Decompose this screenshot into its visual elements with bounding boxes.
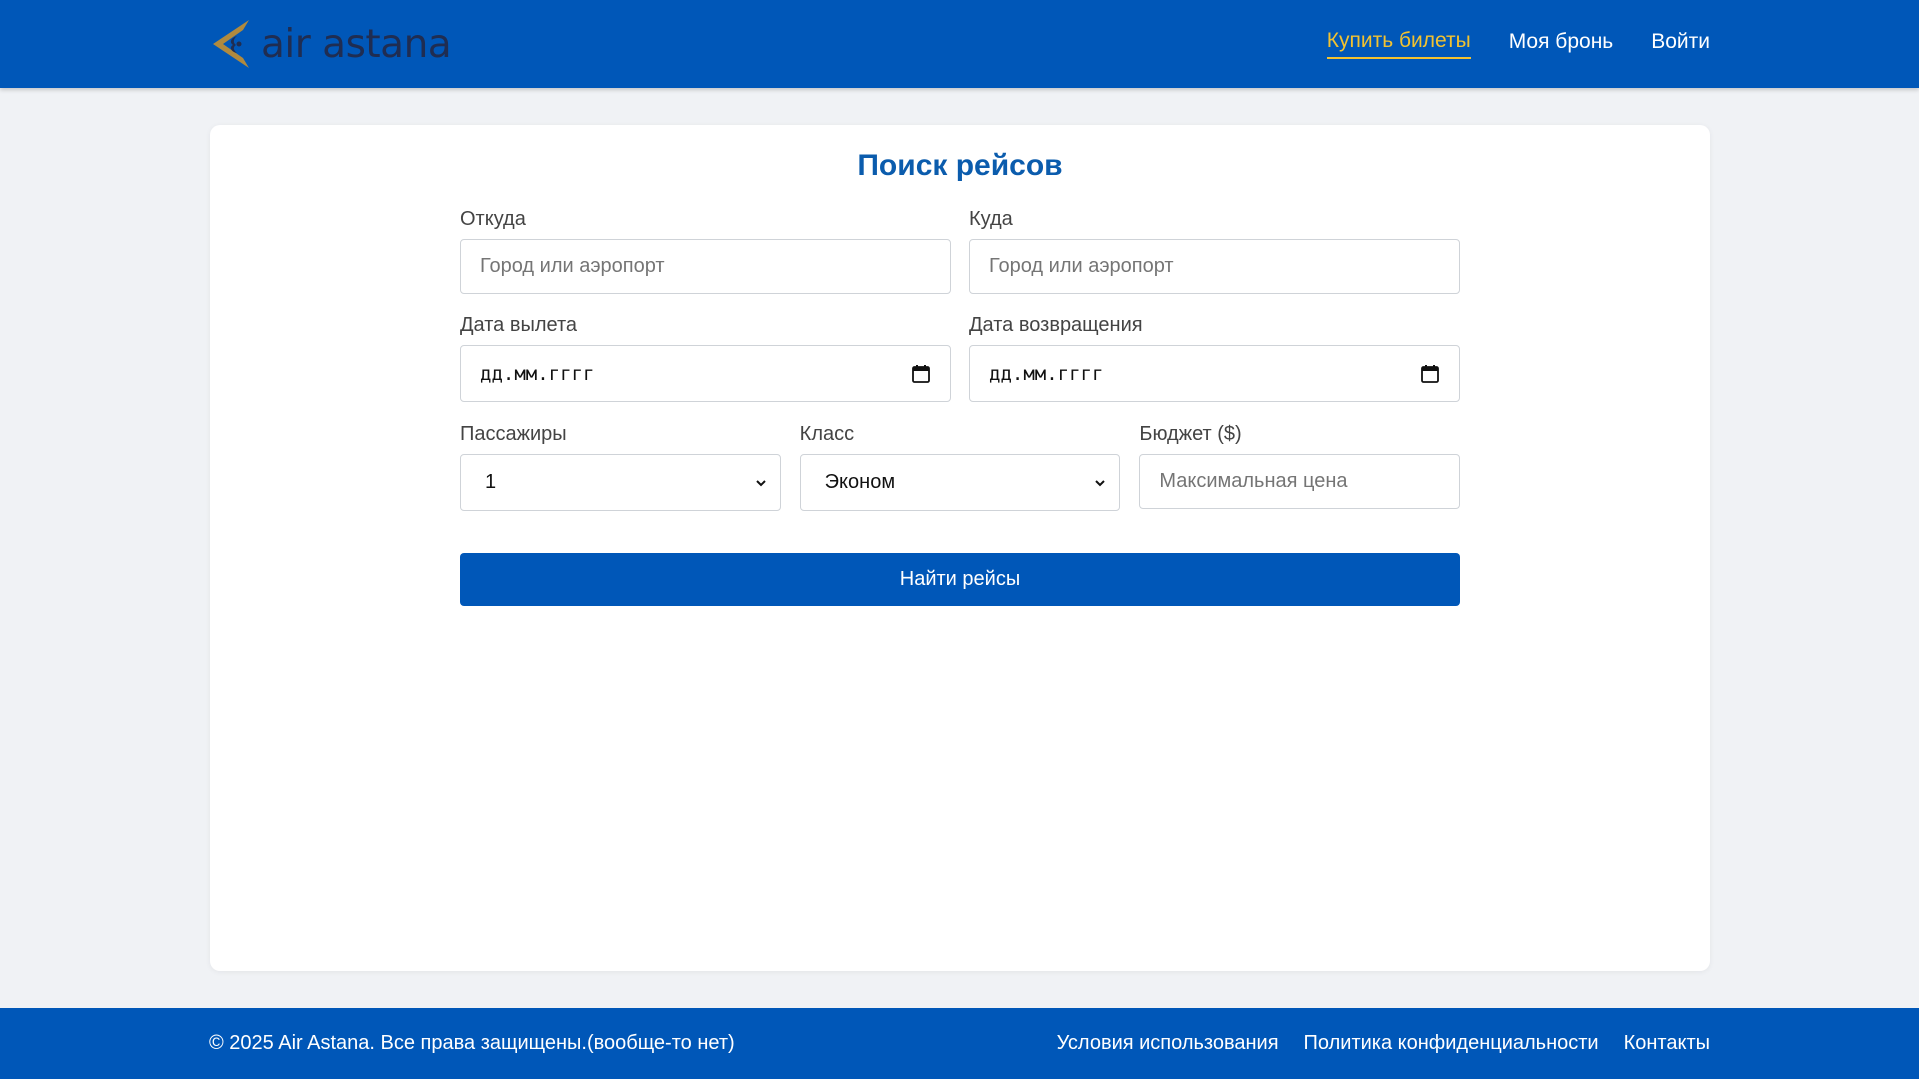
to-field-group: Куда (969, 207, 1460, 294)
budget-label: Бюджет ($) (1139, 423, 1242, 445)
passengers-field-group: Пассажиры 1 (460, 422, 781, 511)
nav-buy-tickets[interactable]: Купить билеты (1326, 29, 1471, 59)
class-value: Эконом (824, 471, 896, 493)
air-astana-logo-icon (213, 20, 249, 68)
nav-my-booking[interactable]: Моя бронь (1509, 30, 1614, 58)
footer-link-contacts[interactable]: Контакты (1624, 1032, 1710, 1055)
passengers-label: Пассажиры (460, 423, 567, 445)
chevron-down-icon (1095, 479, 1106, 486)
copyright-text: © 2025 Air Astana. Все права защищены.(в… (209, 1032, 735, 1054)
from-field-group: Откуда (460, 207, 951, 294)
from-input[interactable] (460, 239, 951, 294)
footer-link-terms[interactable]: Условия использования (1057, 1032, 1279, 1055)
departure-date-value: дд.мм.гггг (480, 362, 595, 385)
calendar-icon[interactable] (911, 364, 931, 384)
calendar-icon[interactable] (1420, 364, 1440, 384)
footer-links: Условия использования Политика конфиденц… (1057, 1032, 1710, 1055)
class-select[interactable]: Эконом (799, 454, 1121, 511)
departure-date-input[interactable]: дд.мм.гггг (460, 345, 951, 402)
nav-login[interactable]: Войти (1651, 30, 1710, 58)
class-label: Класс (799, 423, 855, 445)
main-nav: Купить билеты Моя бронь Войти (1326, 0, 1710, 88)
return-field-group: Дата возвращения дд.мм.гггг (969, 313, 1460, 402)
return-label: Дата возвращения (969, 314, 1143, 336)
passengers-select[interactable]: 1 (460, 454, 781, 511)
flight-search-form: Откуда Куда Дата вылета дд.мм.гггг (460, 207, 1461, 531)
departure-field-group: Дата вылета дд.мм.гггг (460, 313, 951, 402)
passengers-value: 1 (485, 471, 497, 493)
class-field-group: Класс Эконом (799, 422, 1121, 511)
to-input[interactable] (969, 239, 1460, 294)
departure-label: Дата вылета (460, 314, 578, 336)
site-footer: © 2025 Air Astana. Все права защищены.(в… (0, 1008, 1919, 1079)
search-flights-button[interactable]: Найти рейсы (460, 553, 1460, 606)
site-header: air astana Купить билеты Моя бронь Войти (0, 0, 1919, 88)
logo[interactable]: air astana (209, 18, 452, 70)
search-card: Поиск рейсов Откуда Куда Дата вылета дд.… (210, 125, 1710, 971)
footer-link-privacy[interactable]: Политика конфиденциальности (1304, 1032, 1599, 1055)
page-title: Поиск рейсов (857, 149, 1063, 182)
return-date-input[interactable]: дд.мм.гггг (969, 345, 1460, 402)
from-label: Откуда (460, 208, 526, 230)
logo-text: air astana (261, 21, 452, 67)
return-date-value: дд.мм.гггг (989, 362, 1104, 385)
to-label: Куда (969, 208, 1013, 230)
budget-input[interactable] (1139, 454, 1461, 509)
chevron-down-icon (755, 479, 766, 486)
budget-field-group: Бюджет ($) (1139, 422, 1461, 511)
